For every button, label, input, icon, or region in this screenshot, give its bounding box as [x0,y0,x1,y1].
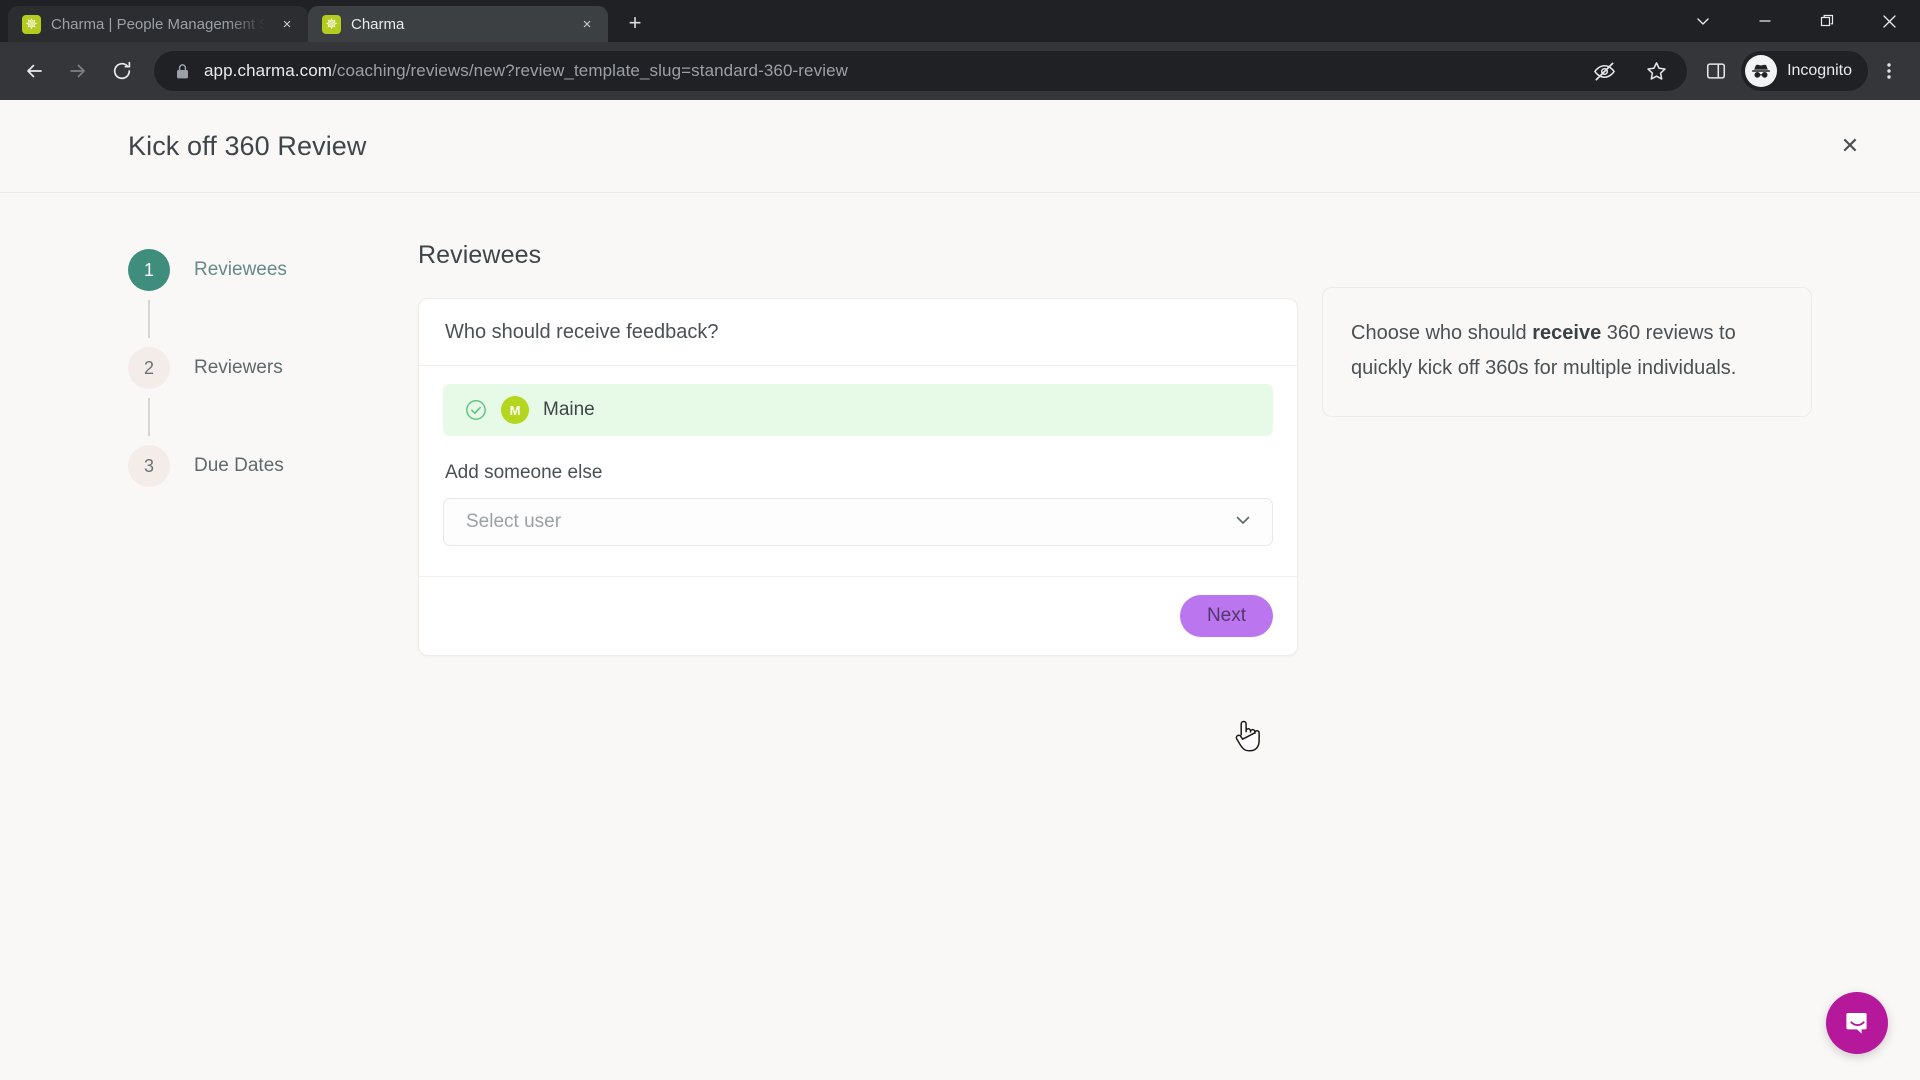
add-someone-else-label: Add someone else [445,462,603,483]
side-panel-icon[interactable] [1699,54,1733,88]
next-button[interactable]: Next [1180,595,1273,637]
step-item-reviewers[interactable]: 2 Reviewers [128,347,418,389]
url-path: /coaching/reviews/new?review_template_sl… [332,61,849,80]
tab-search-icon[interactable] [1672,0,1734,42]
step-number-badge: 1 [128,249,170,291]
helper-text-bold: receive [1532,322,1602,344]
reviewees-section: Reviewees Who should receive feedback? M… [418,241,1298,656]
star-icon[interactable] [1639,54,1673,88]
reload-icon[interactable] [102,51,142,91]
reviewee-row-selected[interactable]: M Maine [443,384,1273,436]
minimize-icon[interactable] [1734,0,1796,42]
reviewee-name: Maine [543,399,595,420]
page-title: Kick off 360 Review [128,130,367,161]
url-domain: app.charma.com [204,61,333,80]
lock-icon [172,61,192,81]
browser-window: ✵ Charma | People Management S × ✵ Charm… [0,0,1920,1080]
browser-tab-1[interactable]: ✵ Charma × [308,6,608,42]
incognito-label: Incognito [1787,62,1852,79]
modal-header: Kick off 360 Review ✕ [0,100,1920,193]
card-footer: Next [419,576,1297,655]
select-user-dropdown[interactable]: Select user [443,498,1273,546]
close-modal-button[interactable]: ✕ [1832,128,1868,164]
maximize-icon[interactable] [1796,0,1858,42]
section-heading: Reviewees [418,241,542,269]
chat-bubble-icon [1846,1013,1867,1034]
page-content: Kick off 360 Review ✕ 1 Reviewees 2 Revi… [0,100,1920,1080]
kebab-menu-icon[interactable] [1872,54,1906,88]
new-tab-button[interactable]: + [618,6,652,40]
window-controls [1672,0,1920,42]
address-bar-url: app.charma.com/coaching/reviews/new?revi… [204,61,848,81]
chevron-down-icon [1232,509,1254,536]
intercom-chat-button[interactable] [1826,992,1888,1054]
step-label: Reviewees [194,259,287,280]
step-item-due-dates[interactable]: 3 Due Dates [128,445,418,487]
reviewees-card: Who should receive feedback? M Maine Add… [418,298,1298,656]
step-number-badge: 2 [128,347,170,389]
tab-title: Charma [351,15,405,33]
helper-text-before: Choose who should [1351,322,1533,344]
charma-star-icon: ✵ [22,14,41,34]
step-connector [128,291,170,347]
browser-toolbar: app.charma.com/coaching/reviews/new?revi… [0,42,1920,100]
step-connector [128,389,170,445]
back-arrow-icon[interactable] [14,51,54,91]
omnibox-actions [1587,54,1673,88]
forward-arrow-icon[interactable] [58,51,98,91]
check-circle-icon [465,399,487,421]
step-item-reviewees[interactable]: 1 Reviewees [128,249,418,291]
tab-close-icon[interactable]: × [276,13,298,35]
helper-panel-wrap: Choose who should receive 360 reviews to… [1322,241,1812,656]
step-indicator: 1 Reviewees 2 Reviewers 3 Due Dates [128,241,418,656]
helper-panel: Choose who should receive 360 reviews to… [1322,287,1812,417]
card-body: M Maine Add someone else Select user [419,366,1297,576]
address-bar[interactable]: app.charma.com/coaching/reviews/new?revi… [154,51,1688,91]
step-label: Reviewers [194,357,283,378]
step-label: Due Dates [194,455,284,476]
charma-star-icon: ✵ [322,14,341,34]
mouse-cursor [1232,718,1262,761]
card-question: Who should receive feedback? [419,299,1297,366]
tab-strip: ✵ Charma | People Management S × ✵ Charm… [0,0,1920,42]
close-icon[interactable] [1858,0,1920,42]
step-number-badge: 3 [128,445,170,487]
browser-tab-0[interactable]: ✵ Charma | People Management S × [8,6,308,42]
incognito-profile-button[interactable]: Incognito [1741,51,1868,91]
avatar: M [501,396,529,424]
modal-body: 1 Reviewees 2 Reviewers 3 Due Dates Revi… [0,193,1920,656]
incognito-spy-icon [1745,55,1778,87]
helper-text: Choose who should receive 360 reviews to… [1351,316,1779,386]
select-user-placeholder: Select user [466,511,562,532]
eye-slash-icon[interactable] [1587,54,1621,88]
tab-close-icon[interactable]: × [576,13,598,35]
tab-title: Charma | People Management S [51,15,266,33]
